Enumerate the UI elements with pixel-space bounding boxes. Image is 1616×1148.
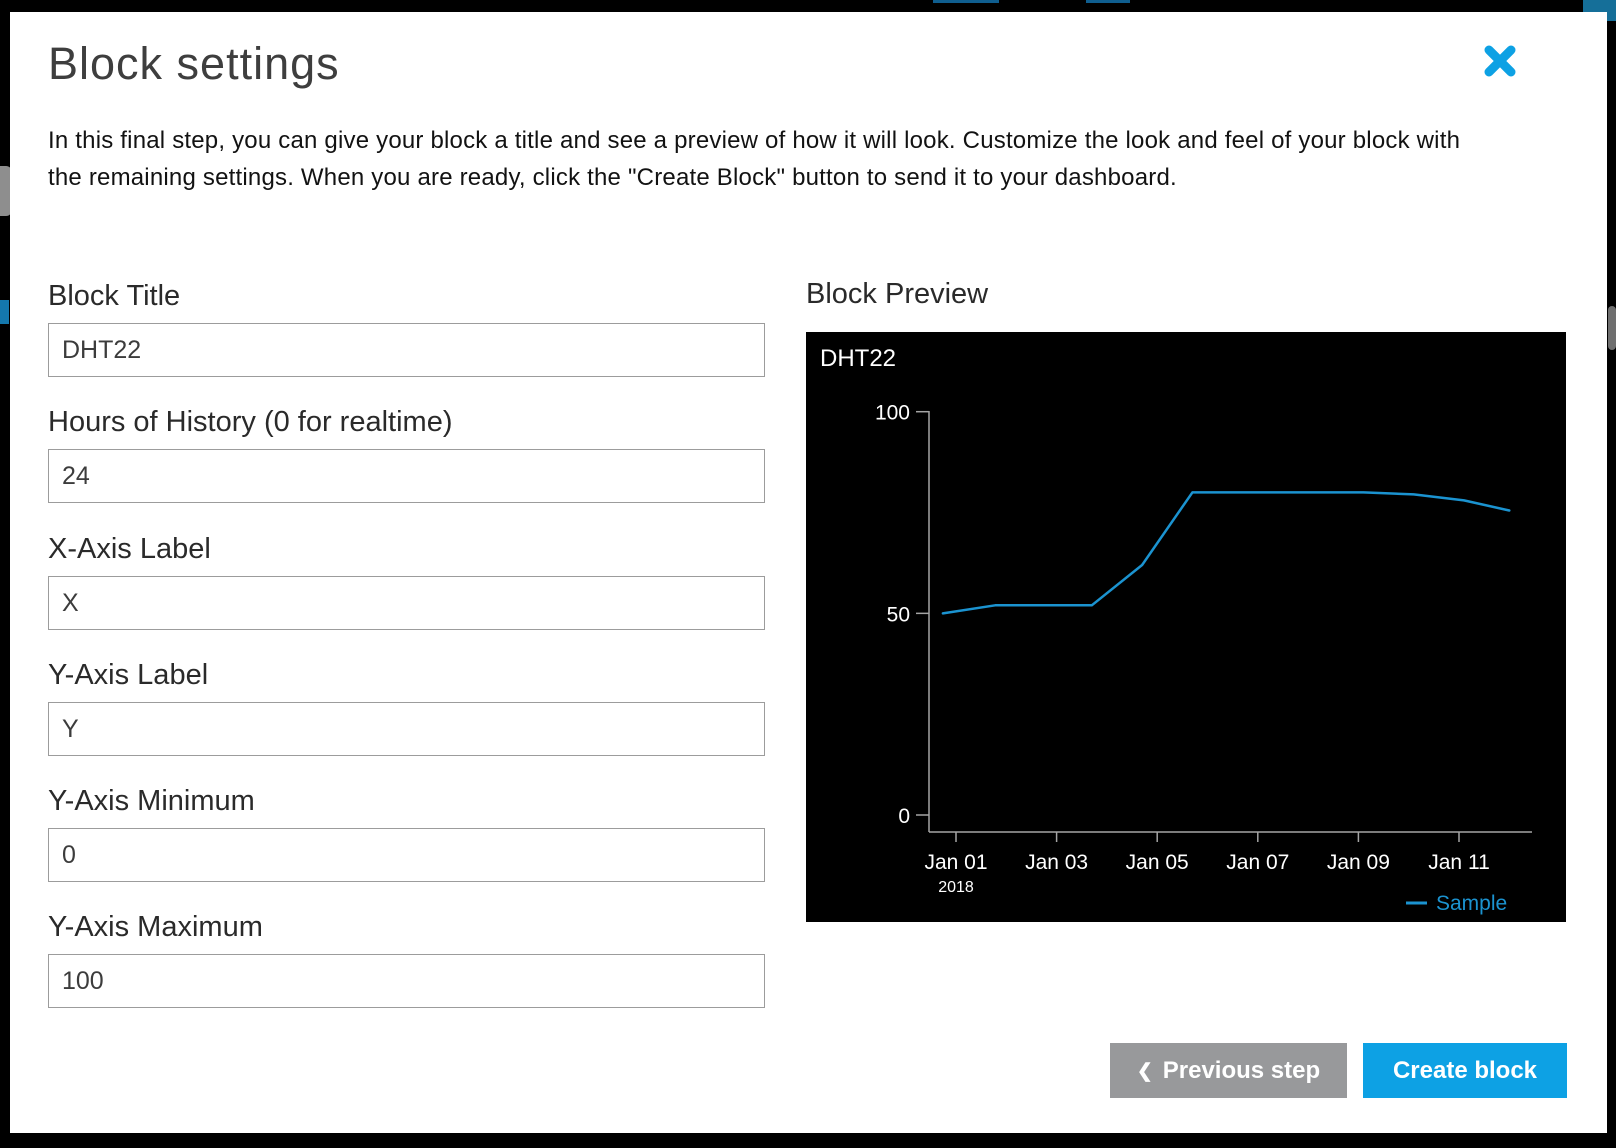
page-scrollbar-thumb[interactable]: [1608, 306, 1616, 350]
y-axis-min-input[interactable]: [48, 828, 765, 882]
svg-text:50: 50: [887, 603, 910, 626]
y-axis-label-input[interactable]: [48, 702, 765, 756]
svg-text:Jan 03: Jan 03: [1025, 851, 1088, 874]
svg-text:Jan 05: Jan 05: [1126, 851, 1189, 874]
block-preview-chart: DHT22 0 50 100 Jan 01 2018 Jan 03 Jan 05 Jan 07 J…: [806, 332, 1566, 922]
block-title-label: Block Title: [48, 280, 765, 312]
svg-text:2018: 2018: [938, 879, 974, 896]
close-icon: [1483, 66, 1517, 81]
svg-text:Jan 11: Jan 11: [1428, 851, 1490, 874]
hours-history-field: Hours of History (0 for realtime): [48, 406, 765, 503]
background-link-underline: [1086, 0, 1130, 3]
y-axis-min-field: Y-Axis Minimum: [48, 785, 765, 882]
background-text-fragment: [0, 300, 9, 324]
background-link-underline: [933, 0, 999, 3]
svg-text:100: 100: [875, 402, 910, 425]
hours-history-input[interactable]: [48, 449, 765, 503]
modal-description: In this final step, you can give your bl…: [48, 122, 1490, 196]
svg-text:Jan 07: Jan 07: [1226, 851, 1289, 874]
modal-title: Block settings: [48, 38, 340, 90]
chevron-left-icon: ❮: [1137, 1062, 1153, 1081]
close-button[interactable]: [1474, 36, 1526, 88]
svg-text:Jan 01: Jan 01: [924, 851, 987, 874]
previous-step-button[interactable]: ❮ Previous step: [1110, 1043, 1347, 1098]
svg-text:Jan 09: Jan 09: [1327, 851, 1390, 874]
previous-step-label: Previous step: [1163, 1057, 1320, 1085]
x-axis-label-label: X-Axis Label: [48, 533, 765, 565]
y-axis-label-field: Y-Axis Label: [48, 659, 765, 756]
y-axis-max-label: Y-Axis Maximum: [48, 911, 765, 943]
preview-heading: Block Preview: [806, 278, 988, 311]
block-settings-modal: Block settings In this final step, you c…: [10, 12, 1607, 1133]
hours-history-label: Hours of History (0 for realtime): [48, 406, 765, 438]
x-axis-label-input[interactable]: [48, 576, 765, 630]
y-axis-label-label: Y-Axis Label: [48, 659, 765, 691]
preview-chart-svg: DHT22 0 50 100 Jan 01 2018 Jan 03 Jan 05 Jan 07 J…: [806, 332, 1566, 922]
svg-text:0: 0: [898, 805, 910, 828]
y-axis-min-label: Y-Axis Minimum: [48, 785, 765, 817]
block-title-field: Block Title: [48, 280, 765, 377]
create-block-button[interactable]: Create block: [1363, 1043, 1567, 1098]
svg-text:Sample: Sample: [1436, 892, 1507, 915]
y-axis-max-input[interactable]: [48, 954, 765, 1008]
y-axis-max-field: Y-Axis Maximum: [48, 911, 765, 1008]
svg-text:DHT22: DHT22: [820, 345, 896, 372]
x-axis-label-field: X-Axis Label: [48, 533, 765, 630]
block-title-input[interactable]: [48, 323, 765, 377]
